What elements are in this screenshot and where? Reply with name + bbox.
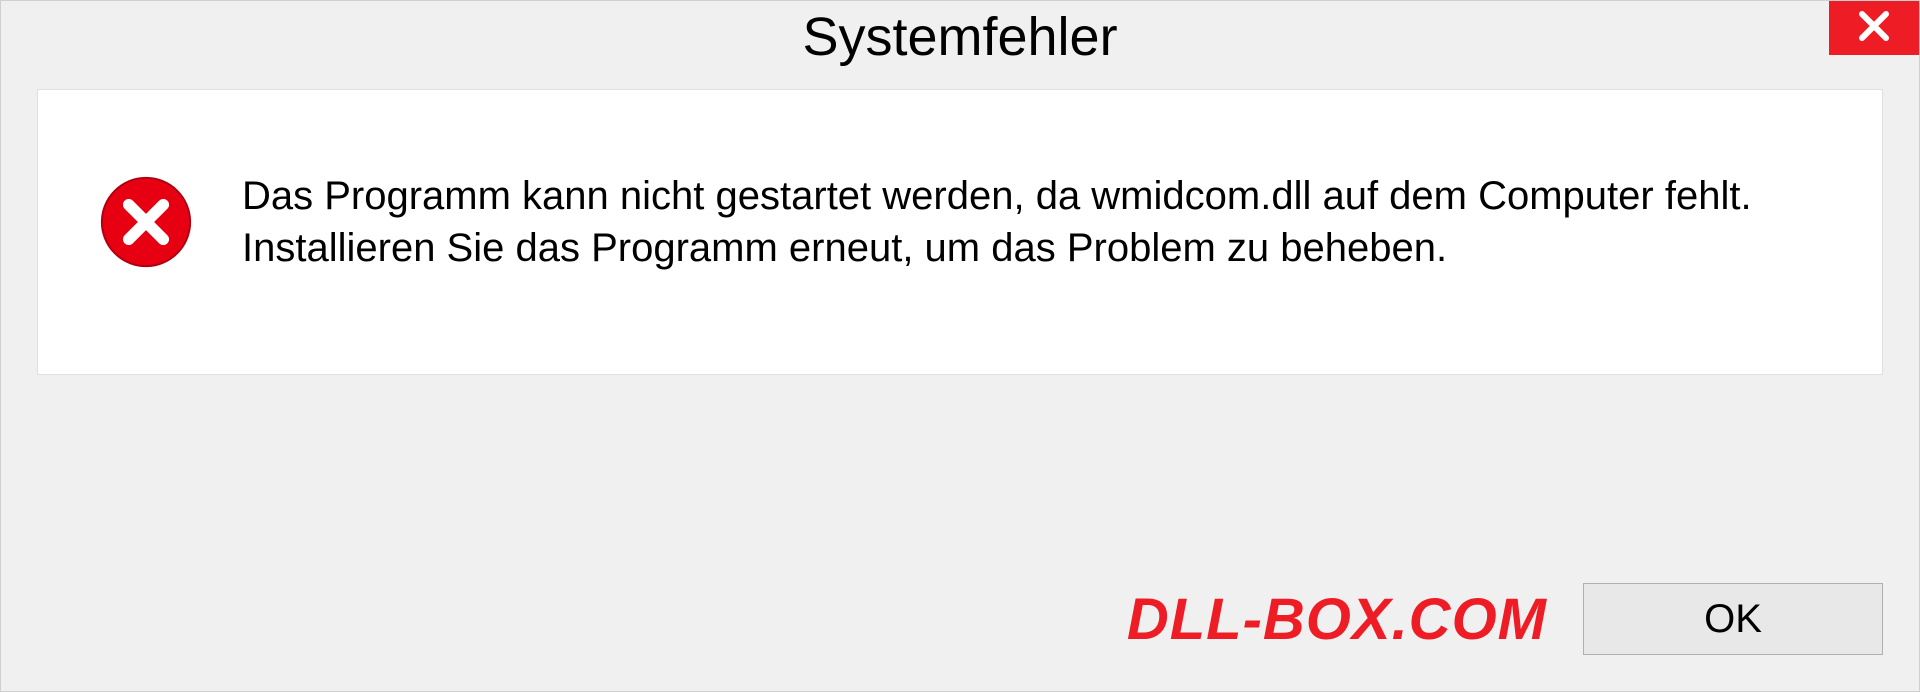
dialog-title: Systemfehler: [802, 6, 1117, 68]
footer-bar: DLL-BOX.COM OK: [1, 571, 1919, 691]
title-bar: Systemfehler: [1, 1, 1919, 73]
watermark-text: DLL-BOX.COM: [1127, 586, 1547, 653]
content-panel: Das Programm kann nicht gestartet werden…: [37, 89, 1883, 375]
error-icon: [98, 174, 194, 270]
error-message: Das Programm kann nicht gestartet werden…: [242, 170, 1822, 274]
error-dialog: Systemfehler Das Programm kann nicht ges…: [0, 0, 1920, 692]
ok-button[interactable]: OK: [1583, 583, 1883, 655]
close-button[interactable]: [1829, 1, 1919, 55]
close-icon: [1856, 8, 1892, 49]
